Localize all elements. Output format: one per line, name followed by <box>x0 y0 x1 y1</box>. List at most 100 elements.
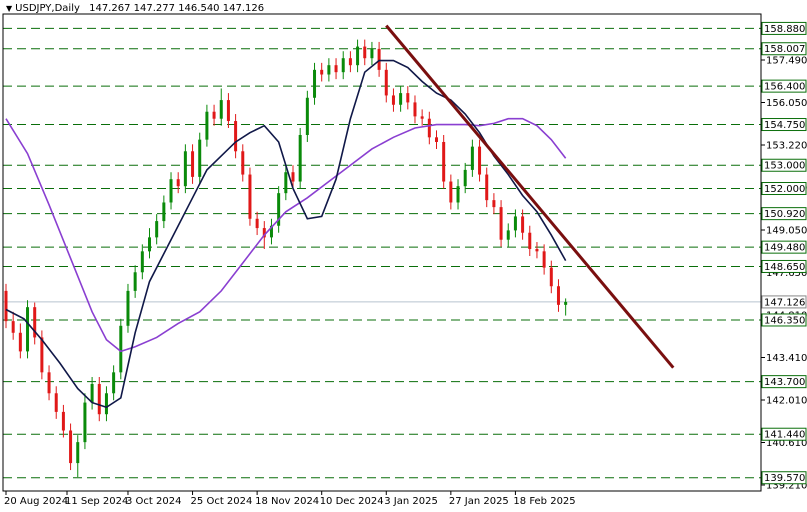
level-label-0-text: 158.880 <box>764 24 805 35</box>
candle-body-20 <box>148 237 151 252</box>
candle-body-57 <box>413 102 417 117</box>
candles <box>4 39 568 478</box>
moving-averages <box>5 59 567 409</box>
candle-body-25 <box>183 151 187 187</box>
candle-body-21 <box>155 221 159 238</box>
candle-body-35 <box>255 218 259 229</box>
candle-body-53 <box>384 69 388 96</box>
candle-body-9 <box>69 430 73 464</box>
candle-body-29 <box>212 111 216 119</box>
axes <box>2 13 762 492</box>
candle-body-42 <box>305 97 309 135</box>
x-tick-label-4: 18 Nov 2024 <box>255 496 319 507</box>
candle-body-5 <box>40 337 44 373</box>
candle-body-75 <box>542 251 546 268</box>
candle-body-19 <box>140 251 144 273</box>
trendline <box>385 24 675 369</box>
y-tick-label-2: 153.220 <box>766 141 807 152</box>
candle-body-23 <box>169 179 173 203</box>
candle-body-71 <box>513 216 517 231</box>
candle-body-14 <box>104 393 108 415</box>
candle-body-68 <box>492 200 496 208</box>
candle-body-13 <box>97 383 101 415</box>
candle-body-61 <box>442 141 446 182</box>
candle-body-56 <box>406 93 410 103</box>
level-label-1-text: 158.007 <box>764 44 805 55</box>
candle-body-18 <box>133 272 137 291</box>
x-tick-label-8: 18 Feb 2025 <box>513 496 575 507</box>
candle-body-50 <box>363 46 367 59</box>
candle-body-30 <box>219 100 223 119</box>
candle-body-1 <box>11 321 15 333</box>
candle-body-8 <box>61 411 65 431</box>
candle-body-45 <box>327 65 331 75</box>
candle-body-24 <box>176 179 180 187</box>
horizontal-levels <box>3 27 761 479</box>
level-label-5-text: 152.000 <box>764 184 805 195</box>
candle-body-41 <box>298 134 302 182</box>
candle-body-17 <box>126 290 130 326</box>
candle-body-67 <box>485 174 489 201</box>
y-tick-label-7: 143.410 <box>766 353 807 364</box>
level-label-6-text: 150.920 <box>764 209 805 220</box>
slow-ma-line <box>5 117 567 353</box>
x-tick-label-2: 3 Oct 2024 <box>126 496 181 507</box>
x-tick-label-7: 27 Jan 2025 <box>449 496 509 507</box>
candle-body-27 <box>198 139 202 177</box>
candle-body-60 <box>435 137 438 142</box>
current-price-label: 147.126 <box>764 297 805 308</box>
candle-body-0 <box>4 290 8 322</box>
level-label-4-text: 153.000 <box>764 161 805 172</box>
candle-body-10 <box>76 442 80 464</box>
y-tick-label-1: 156.050 <box>766 98 807 109</box>
candle-body-65 <box>470 146 474 170</box>
candle-body-64 <box>463 169 467 187</box>
candle-body-52 <box>377 48 381 70</box>
level-labels: 158.880 158.007 156.400 154.750 153.000 152.0… <box>761 21 807 485</box>
candle-body-11 <box>83 402 87 443</box>
candle-body-59 <box>427 118 431 138</box>
candle-body-46 <box>334 65 338 73</box>
price-chart[interactable]: 157.490156.050153.220150.450149.050147.6… <box>0 0 807 512</box>
candle-body-28 <box>205 111 209 140</box>
candle-body-77 <box>556 286 560 305</box>
level-label-10-text: 143.700 <box>764 377 805 388</box>
candle-body-31 <box>226 100 230 122</box>
candle-body-3 <box>26 307 30 352</box>
candle-body-48 <box>348 58 352 66</box>
candle-body-51 <box>370 48 374 59</box>
candle-body-43 <box>313 69 317 98</box>
y-tick-label-4: 149.050 <box>766 226 807 237</box>
trendline-group <box>385 24 675 369</box>
candle-body-76 <box>549 267 553 287</box>
candle-body-15 <box>112 372 116 394</box>
candle-body-72 <box>521 216 525 233</box>
candle-body-55 <box>399 93 403 105</box>
y-tick-label-8: 142.010 <box>766 396 807 407</box>
candle-body-54 <box>391 95 395 105</box>
level-label-2-text: 156.400 <box>764 82 805 93</box>
candle-body-66 <box>478 146 482 175</box>
candle-body-73 <box>528 232 532 250</box>
candle-body-49 <box>356 46 360 66</box>
candle-body-2 <box>18 332 22 352</box>
candle-body-39 <box>284 172 288 194</box>
x-tick-label-1: 11 Sep 2024 <box>65 496 128 507</box>
x-tick-label-6: 3 Jan 2025 <box>384 496 438 507</box>
x-tick-label-0: 20 Aug 2024 <box>4 496 68 507</box>
candle-body-34 <box>248 174 252 219</box>
candle-body-16 <box>119 325 123 373</box>
candle-body-63 <box>456 186 460 203</box>
x-tick-label-3: 25 Oct 2024 <box>191 496 253 507</box>
candle-body-33 <box>241 151 245 175</box>
level-label-12-text: 139.570 <box>764 473 805 484</box>
candle-body-12 <box>90 383 94 403</box>
candle-body-22 <box>162 202 166 222</box>
candle-body-70 <box>506 230 510 240</box>
fast-ma-line <box>5 59 567 409</box>
plot-frame <box>2 13 762 492</box>
candle-body-47 <box>341 58 345 73</box>
candle-body-40 <box>291 172 295 182</box>
candle-body-44 <box>320 69 324 75</box>
level-label-9-text: 146.350 <box>764 315 805 326</box>
